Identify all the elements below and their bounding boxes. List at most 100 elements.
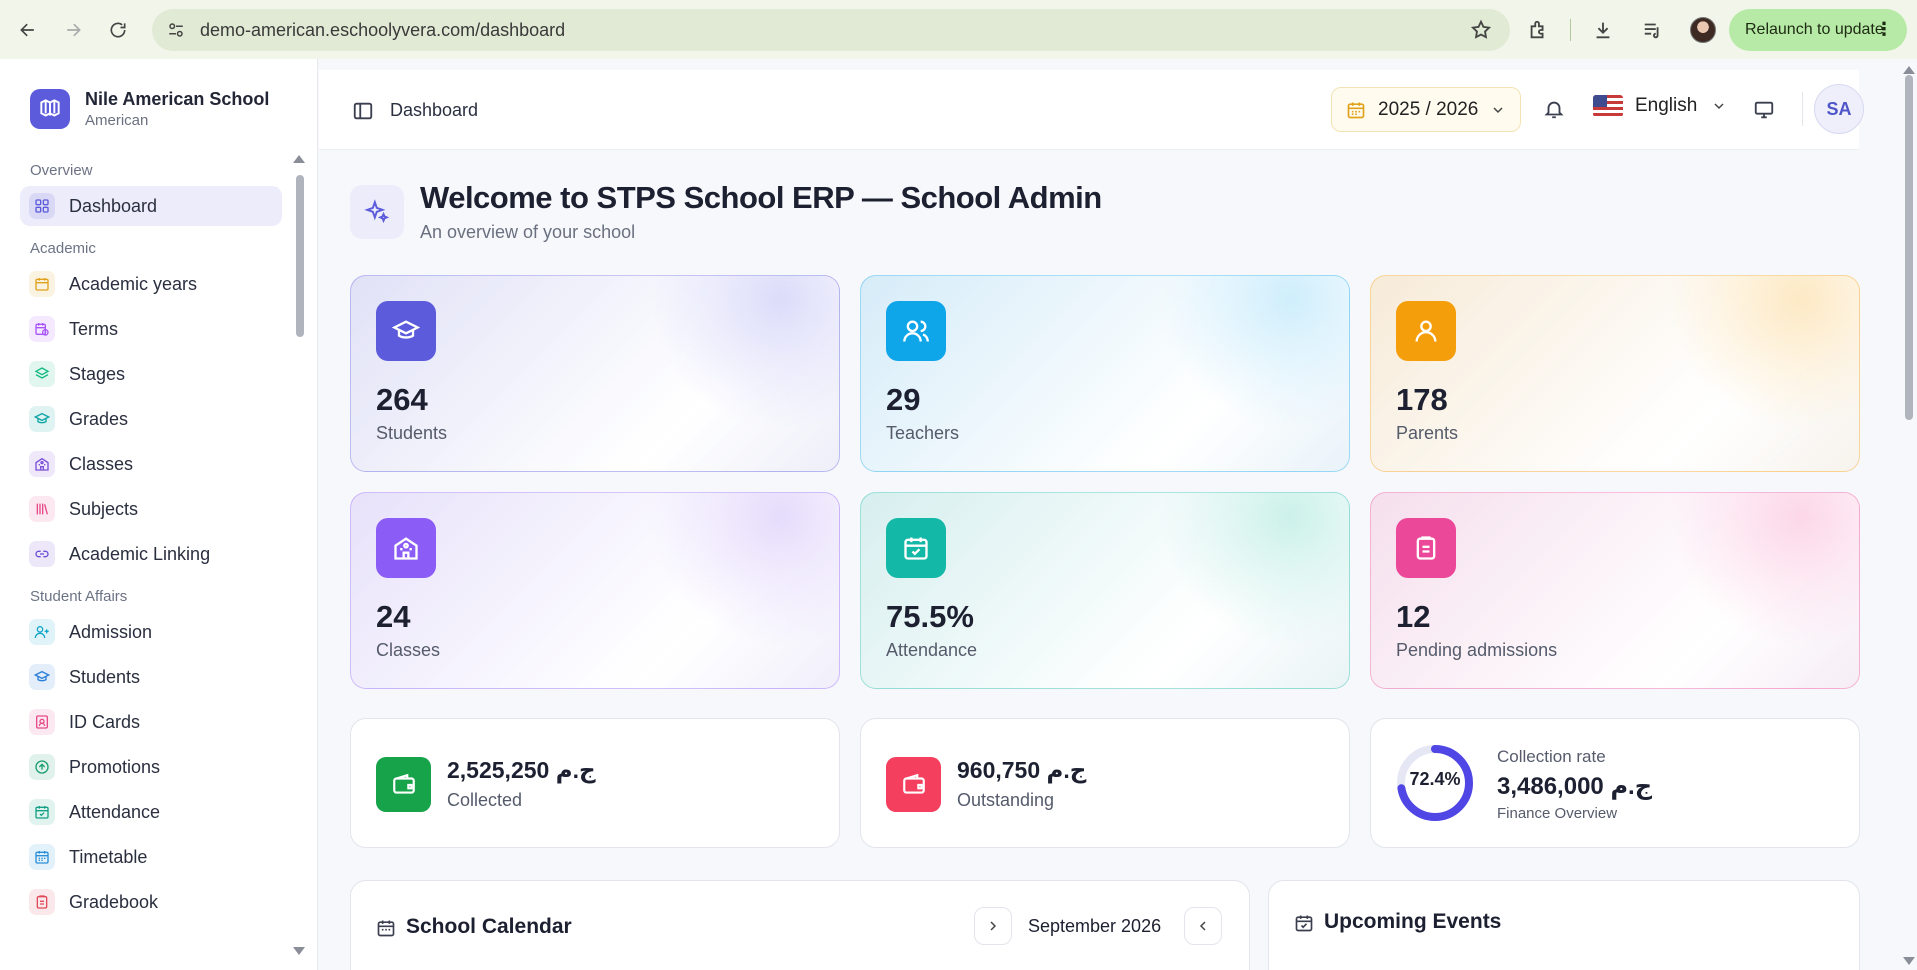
- calendar-icon: [29, 271, 55, 297]
- page-scroll-down[interactable]: [1903, 957, 1915, 965]
- graduation-cap-icon: [29, 406, 55, 432]
- collection-rate-percent: 72.4%: [1409, 769, 1461, 789]
- stat-value: 264: [376, 382, 428, 417]
- relaunch-button[interactable]: Relaunch to update ⋮: [1729, 9, 1907, 51]
- stat-card-parents[interactable]: 178 Parents: [1370, 275, 1860, 472]
- calendar-clock-icon: [29, 316, 55, 342]
- collection-rate-card[interactable]: 72.4% Collection rate 3,486,000 ج.م Fina…: [1370, 718, 1860, 848]
- bookmark-star-icon[interactable]: [1470, 19, 1492, 41]
- sidebar-item-gradebook[interactable]: Gradebook: [20, 882, 282, 922]
- sidebar-item-label: Admission: [69, 621, 153, 642]
- back-icon[interactable]: [10, 12, 46, 48]
- page-subtitle: An overview of your school: [420, 222, 636, 242]
- reload-icon[interactable]: [100, 12, 136, 48]
- sidebar-scrollbar[interactable]: [296, 175, 304, 337]
- stat-value: 75.5%: [886, 599, 974, 634]
- school-icon: [29, 451, 55, 477]
- profile-avatar[interactable]: [1685, 12, 1721, 48]
- sidebar-item-promotions[interactable]: Promotions: [20, 747, 282, 787]
- outstanding-card[interactable]: 960,750 ج.م Outstanding: [860, 718, 1350, 848]
- sidebar-item-label: Dashboard: [69, 195, 158, 216]
- school-logo-icon: [30, 89, 70, 129]
- more-menu-icon[interactable]: ⋮: [1875, 19, 1893, 40]
- display-mode-icon[interactable]: [1753, 99, 1775, 121]
- topbar-divider: [1802, 92, 1803, 126]
- page-title: Welcome to STPS School ERP — School Admi…: [420, 180, 1102, 215]
- page-scroll-up[interactable]: [1903, 66, 1915, 74]
- sidebar-item-terms[interactable]: Terms: [20, 309, 282, 349]
- calendar-check-icon: [29, 799, 55, 825]
- id-card-icon: [29, 709, 55, 735]
- sidebar-scroll-up[interactable]: [293, 155, 305, 163]
- sidebar-scroll-down[interactable]: [293, 947, 305, 955]
- wallet-icon: [886, 757, 941, 812]
- url-text: demo-american.eschoolyvera.com/dashboard: [200, 19, 566, 40]
- calendar-grid-icon: [29, 844, 55, 870]
- wallet-icon: [376, 757, 431, 812]
- academic-year-select[interactable]: 2025 / 2026: [1331, 87, 1521, 132]
- chevron-right-icon: [990, 921, 997, 931]
- forward-icon[interactable]: [55, 12, 91, 48]
- stat-card-attendance[interactable]: 75.5% Attendance: [860, 492, 1350, 689]
- calendar-check-icon: [886, 518, 946, 578]
- arrow-up-circle-icon: [29, 754, 55, 780]
- sidebar-item-id-cards[interactable]: ID Cards: [20, 702, 282, 742]
- sidebar-item-label: ID Cards: [69, 711, 141, 732]
- sidebar-item-label: Stages: [69, 363, 126, 384]
- link-icon: [29, 541, 55, 567]
- sidebar: Nile American School American Overview Da…: [0, 59, 318, 970]
- users-icon: [886, 301, 946, 361]
- sparkles-icon: [350, 185, 404, 239]
- sidebar-item-attendance[interactable]: Attendance: [20, 792, 282, 832]
- calendar-next-button[interactable]: [974, 907, 1012, 945]
- outstanding-value: 960,750 ج.م: [957, 757, 1087, 783]
- sidebar-item-students[interactable]: Students: [20, 657, 282, 697]
- media-queue-icon[interactable]: [1635, 12, 1671, 48]
- stat-card-pending-admissions[interactable]: 12 Pending admissions: [1370, 492, 1860, 689]
- sidebar-item-classes[interactable]: Classes: [20, 444, 282, 484]
- notifications-bell-icon[interactable]: [1543, 98, 1565, 120]
- sidebar-item-label: Classes: [69, 453, 134, 474]
- calendar-prev-button[interactable]: [1184, 907, 1222, 945]
- sidebar-item-dashboard[interactable]: Dashboard: [20, 186, 282, 226]
- user-avatar[interactable]: SA: [1814, 84, 1864, 134]
- user-icon: [1396, 301, 1456, 361]
- page-scrollbar[interactable]: [1905, 75, 1913, 420]
- collected-card[interactable]: 2,525,250 ج.م Collected: [350, 718, 840, 848]
- calendar-check-icon: [1294, 913, 1314, 933]
- sidebar-nav: Overview Dashboard Academic Academic years T…: [20, 156, 282, 927]
- sidebar-item-subjects[interactable]: Subjects: [20, 489, 282, 529]
- brand[interactable]: Nile American School American: [30, 89, 269, 129]
- sidebar-toggle-icon[interactable]: [352, 100, 374, 122]
- stat-label: Parents: [1396, 423, 1459, 443]
- collected-value: 2,525,250 ج.م: [447, 757, 596, 783]
- sidebar-item-admission[interactable]: Admission: [20, 612, 282, 652]
- stat-card-classes[interactable]: 24 Classes: [350, 492, 840, 689]
- stat-value: 29: [886, 382, 921, 417]
- sidebar-item-stages[interactable]: Stages: [20, 354, 282, 394]
- academic-year-value: 2025 / 2026: [1378, 98, 1479, 120]
- stat-label: Pending admissions: [1396, 640, 1558, 660]
- language-select[interactable]: English: [1593, 95, 1727, 117]
- extensions-icon[interactable]: [1520, 12, 1556, 48]
- address-bar[interactable]: demo-american.eschoolyvera.com/dashboard: [152, 9, 1510, 51]
- site-info-icon[interactable]: [162, 16, 190, 44]
- graduation-cap-icon: [376, 301, 436, 361]
- clipboard-icon: [29, 889, 55, 915]
- sidebar-item-academic-linking[interactable]: Academic Linking: [20, 534, 282, 574]
- clipboard-icon: [1396, 518, 1456, 578]
- download-icon[interactable]: [1585, 12, 1621, 48]
- stat-value: 24: [376, 599, 411, 634]
- us-flag-icon: [1593, 95, 1623, 117]
- sidebar-item-grades[interactable]: Grades: [20, 399, 282, 439]
- sidebar-item-timetable[interactable]: Timetable: [20, 837, 282, 877]
- breadcrumb: Dashboard: [390, 100, 479, 120]
- user-plus-icon: [29, 619, 55, 645]
- chevron-left-icon: [1199, 921, 1206, 931]
- stat-card-teachers[interactable]: 29 Teachers: [860, 275, 1350, 472]
- sidebar-item-academic-years[interactable]: Academic years: [20, 264, 282, 304]
- stat-value: 178: [1396, 382, 1448, 417]
- stat-card-students[interactable]: 264 Students: [350, 275, 840, 472]
- stat-label: Attendance: [886, 640, 978, 660]
- sidebar-item-label: Terms: [69, 318, 118, 339]
